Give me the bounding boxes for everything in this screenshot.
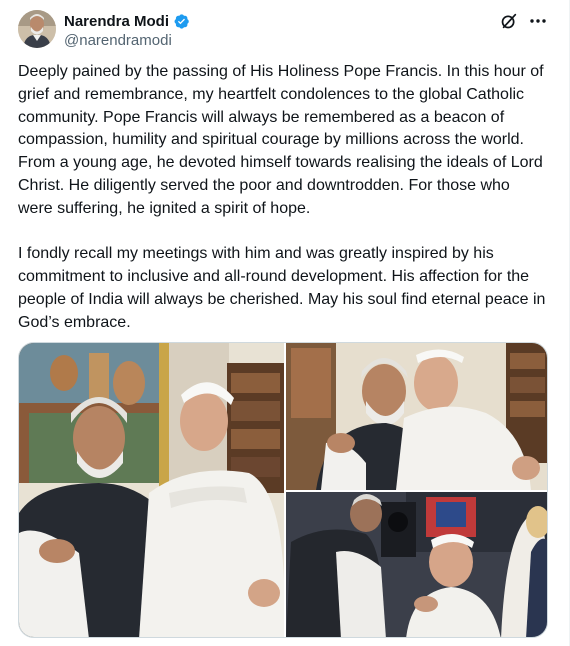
author-display-name[interactable]: Narendra Modi (64, 13, 169, 30)
more-options-icon[interactable] (528, 11, 548, 31)
author-names: Narendra Modi @narendramodi (64, 11, 190, 49)
conversation-photo[interactable] (286, 492, 547, 637)
post-card: Narendra Modi @narendramodi Deeply paine… (0, 0, 570, 646)
grok-icon[interactable] (500, 12, 518, 30)
post-header: Narendra Modi @narendramodi (18, 8, 554, 52)
embrace-photo-main[interactable] (19, 343, 284, 637)
media-grid (18, 342, 548, 638)
header-actions (500, 11, 548, 31)
embrace-photo-closeup[interactable] (286, 343, 547, 490)
verified-badge-icon[interactable] (173, 13, 190, 30)
post-text: Deeply pained by the passing of His Holi… (18, 63, 546, 331)
author-handle[interactable]: @narendramodi (64, 32, 190, 49)
author-avatar[interactable] (18, 10, 56, 48)
